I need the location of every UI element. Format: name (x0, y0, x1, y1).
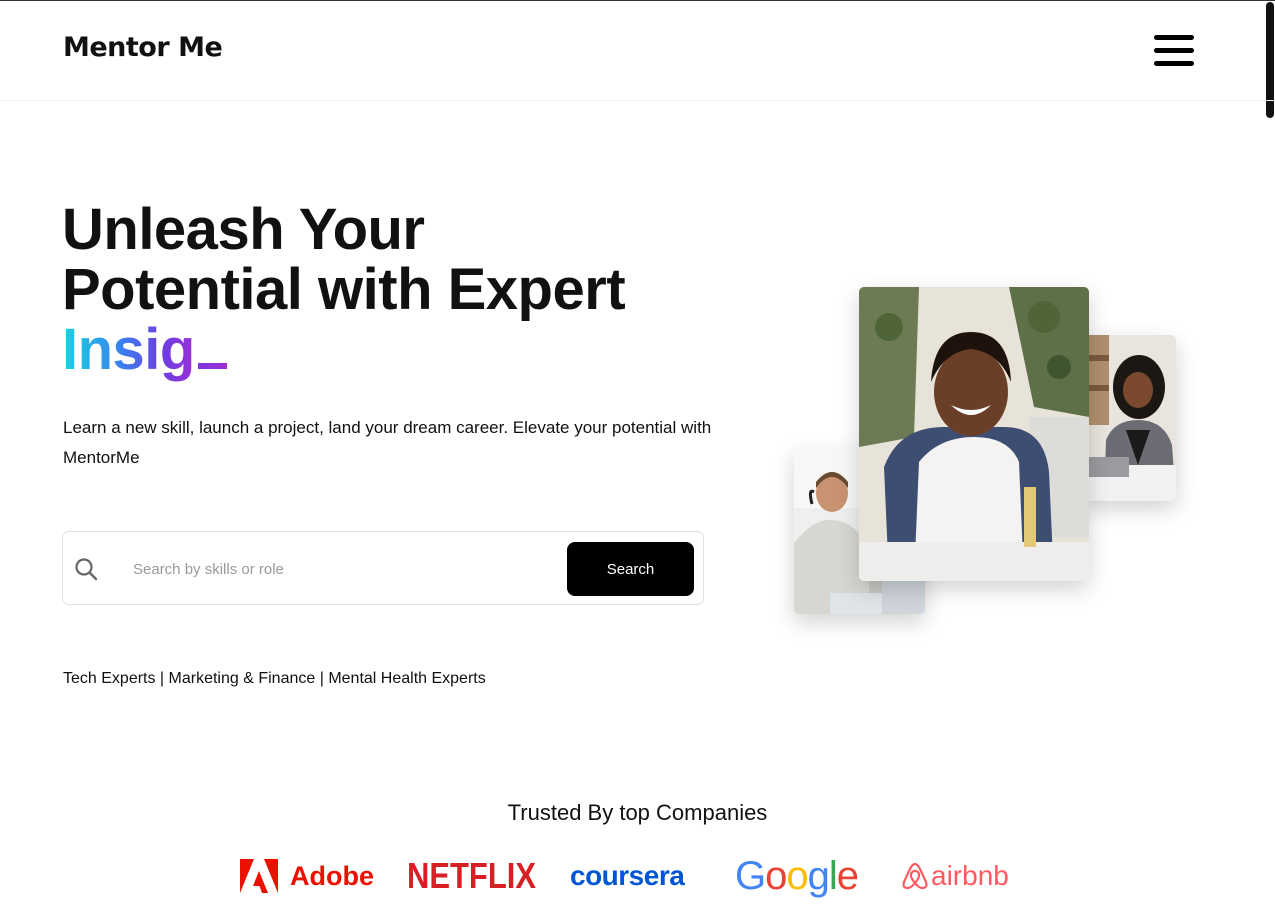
netflix-logo: NETFLIX (407, 855, 536, 896)
hero-subtitle: Learn a new skill, launch a project, lan… (63, 418, 712, 467)
trusted-heading: Trusted By top Companies (507, 800, 768, 825)
expert-categories: Tech Experts | Marketing & Finance | Men… (63, 670, 486, 687)
google-letter: g (807, 853, 830, 898)
typing-cursor (197, 363, 227, 369)
mentor-photo-woman-laptop (1084, 335, 1176, 501)
google-logo: Google (735, 852, 859, 900)
search-button[interactable]: Search (567, 542, 694, 596)
typed-word: Insig (62, 317, 195, 382)
google-letter: o (765, 853, 787, 898)
hero-title-line-1: Unleash Your (62, 197, 425, 262)
adobe-logo: Adobe (240, 852, 374, 900)
hero-title: Unleash Your Potential with Expert Insig (62, 200, 762, 380)
search-icon (75, 558, 98, 581)
hero-title-line-3: Insig (62, 320, 762, 380)
airbnb-logo: airbnb (902, 852, 1009, 900)
search-bar: Search (62, 531, 704, 605)
google-letter: l (828, 853, 838, 898)
menu-bar-top (1154, 35, 1194, 40)
menu-bar-middle (1154, 48, 1194, 53)
brand-logos: Adobe NETFLIX coursera Google airbnb (0, 852, 1275, 902)
adobe-wordmark: Adobe (290, 860, 374, 891)
mentor-photo-smiling-woman (859, 287, 1089, 581)
coursera-logo: coursera (570, 860, 685, 891)
menu-bar-bottom (1154, 61, 1194, 66)
airbnb-wordmark: airbnb (931, 860, 1009, 891)
hero-title-line-2: Potential with Expert (62, 257, 626, 322)
hamburger-menu-icon[interactable] (1152, 32, 1196, 70)
adobe-icon (240, 859, 278, 893)
site-logo[interactable]: Mentor Me (63, 32, 223, 63)
google-letter: G (735, 853, 766, 898)
search-input[interactable] (133, 554, 553, 584)
google-letter: e (836, 853, 859, 898)
airbnb-icon (902, 862, 928, 890)
google-letter: o (786, 853, 808, 898)
site-header: Mentor Me (0, 1, 1275, 101)
